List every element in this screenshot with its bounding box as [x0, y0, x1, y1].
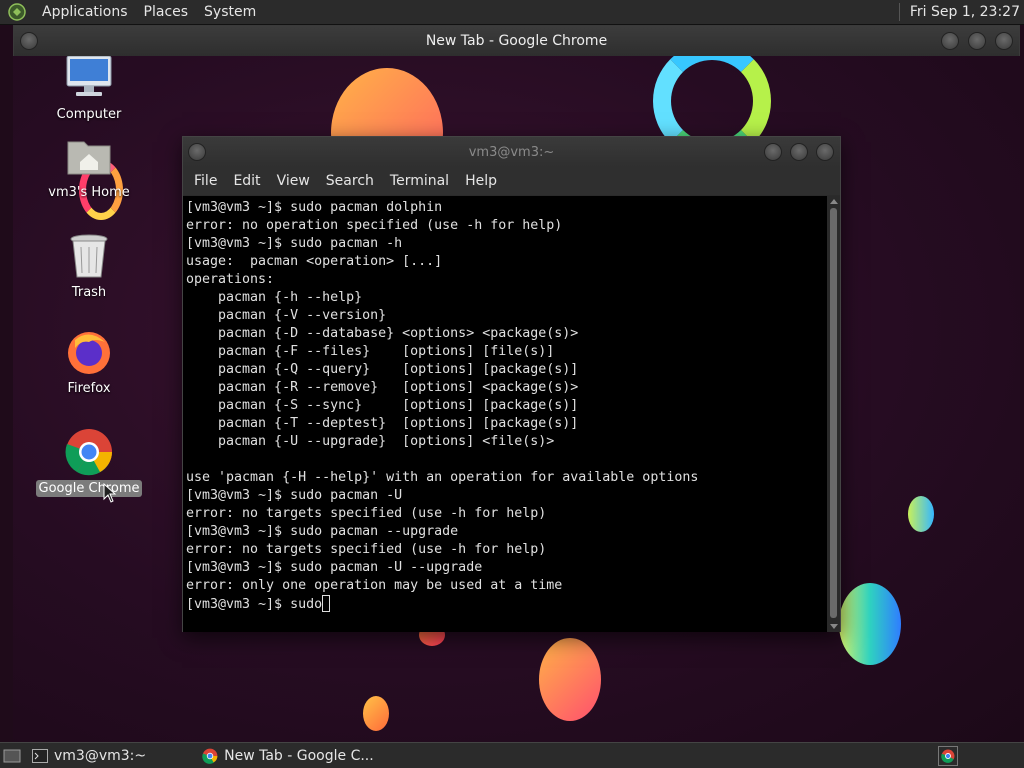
computer-icon [63, 52, 115, 104]
menu-view[interactable]: View [269, 173, 318, 189]
terminal-line: pacman {-T --deptest} [options] [package… [186, 416, 579, 431]
menu-file[interactable]: File [186, 173, 225, 189]
scrollbar-thumb[interactable] [830, 208, 837, 618]
clock[interactable]: Fri Sep 1, 23:27 [910, 4, 1024, 20]
taskbar-item-chrome[interactable]: New Tab - Google C... [194, 743, 382, 768]
show-desktop-icon [3, 749, 21, 762]
distro-logo-icon[interactable] [6, 1, 28, 23]
places-menu[interactable]: Places [136, 4, 197, 20]
scroll-up-arrow-icon[interactable] [830, 199, 838, 204]
desktop-icon-label: Trash [71, 285, 107, 300]
terminal-icon [32, 748, 48, 764]
taskbar-item-label: vm3@vm3:~ [54, 747, 147, 764]
terminal-output[interactable]: [vm3@vm3 ~]$ sudo pacman dolphin error: n… [183, 196, 828, 632]
desktop-icon-firefox[interactable]: Firefox [34, 326, 144, 397]
terminal-titlebar[interactable]: vm3@vm3:~ [183, 137, 840, 167]
terminal-line: pacman {-F --files} [options] [file(s)] [186, 344, 555, 359]
terminal-line: error: no operation specified (use -h fo… [186, 218, 563, 233]
terminal-line: pacman {-h --help} [186, 290, 363, 305]
terminal-window-title: vm3@vm3:~ [468, 144, 555, 160]
maximize-button[interactable] [968, 32, 986, 50]
wallpaper-cyan-blob [908, 496, 934, 532]
desktop-icon-trash[interactable]: Trash [34, 230, 144, 301]
terminal-line: error: only one operation may be used at… [186, 578, 563, 593]
desktop-icon-home[interactable]: vm3's Home [34, 130, 144, 201]
terminal-line: pacman {-Q --query} [options] [package(s… [186, 362, 579, 377]
terminal-line: [vm3@vm3 ~]$ sudo pacman -U [186, 488, 403, 503]
terminal-line: error: no targets specified (use -h for … [186, 542, 547, 557]
system-menu[interactable]: System [196, 4, 264, 20]
window-menu-button[interactable] [20, 32, 38, 50]
terminal-prompt-line[interactable]: [vm3@vm3 ~]$ sudo [186, 595, 828, 613]
wallpaper-orange-blob-2 [539, 638, 601, 721]
top-panel: Applications Places System Fri Sep 1, 23… [0, 0, 1024, 25]
wallpaper-teal-blob [839, 583, 901, 665]
trash-icon [63, 230, 115, 282]
chrome-icon [63, 426, 115, 478]
browser-window-title: New Tab - Google Chrome [425, 33, 608, 49]
terminal-line: error: no targets specified (use -h for … [186, 506, 547, 521]
terminal-prompt: [vm3@vm3 ~]$ sudo [186, 597, 323, 612]
desktop-icon-label: vm3's Home [48, 185, 130, 200]
terminal-line: [vm3@vm3 ~]$ sudo pacman -h [186, 236, 403, 251]
show-desktop-button[interactable] [0, 743, 24, 768]
close-button[interactable] [816, 143, 834, 161]
terminal-menubar: File Edit View Search Terminal Help [183, 167, 840, 195]
desktop-icon-computer[interactable]: Computer [34, 52, 144, 123]
terminal-line: pacman {-D --database} <options> <packag… [186, 326, 579, 341]
terminal-line: pacman {-S --sync} [options] [package(s)… [186, 398, 579, 413]
desktop-icon-label: Google Chrome [35, 480, 143, 497]
text-cursor [322, 595, 331, 612]
taskbar-item-label: New Tab - Google C... [224, 747, 374, 764]
close-button[interactable] [995, 32, 1013, 50]
minimize-button[interactable] [764, 143, 782, 161]
chrome-icon [202, 748, 218, 764]
terminal-line: operations: [186, 272, 275, 287]
desktop-icon-label: Firefox [67, 381, 111, 396]
scroll-down-arrow-icon[interactable] [830, 624, 838, 629]
tray-chrome-icon[interactable] [938, 745, 958, 766]
desktop-icon-google-chrome[interactable]: Google Chrome [34, 426, 144, 497]
panel-separator [898, 3, 900, 21]
terminal-line: [vm3@vm3 ~]$ sudo pacman dolphin [186, 200, 443, 215]
bottom-panel: vm3@vm3:~ New Tab - Google C... [0, 742, 1024, 768]
terminal-line: pacman {-V --version} [186, 308, 387, 323]
menu-terminal[interactable]: Terminal [382, 173, 457, 189]
menu-search[interactable]: Search [318, 173, 382, 189]
browser-titlebar[interactable]: New Tab - Google Chrome [14, 26, 1019, 56]
applications-menu[interactable]: Applications [34, 4, 136, 20]
terminal-scrollbar[interactable] [827, 196, 840, 632]
terminal-line: use 'pacman {-H --help}' with an operati… [186, 470, 699, 485]
menu-help[interactable]: Help [457, 173, 505, 189]
wallpaper-orange-blob-3 [363, 696, 389, 731]
desktop-icon-label: Computer [56, 107, 122, 122]
firefox-icon [63, 326, 115, 378]
window-menu-button[interactable] [188, 143, 206, 161]
terminal-line: [vm3@vm3 ~]$ sudo pacman --upgrade [186, 524, 459, 539]
terminal-line: [vm3@vm3 ~]$ sudo pacman -U --upgrade [186, 560, 483, 575]
terminal-window: vm3@vm3:~ File Edit View Search Terminal… [182, 136, 841, 632]
mouse-pointer-icon [103, 483, 117, 503]
home-folder-icon [63, 130, 115, 182]
terminal-line: pacman {-R --remove} [options] <package(… [186, 380, 579, 395]
maximize-button[interactable] [790, 143, 808, 161]
terminal-line: pacman {-U --upgrade} [options] <file(s)… [186, 434, 555, 449]
minimize-button[interactable] [941, 32, 959, 50]
taskbar-item-terminal[interactable]: vm3@vm3:~ [24, 743, 154, 768]
menu-edit[interactable]: Edit [225, 173, 268, 189]
terminal-line: usage: pacman <operation> [...] [186, 254, 443, 269]
